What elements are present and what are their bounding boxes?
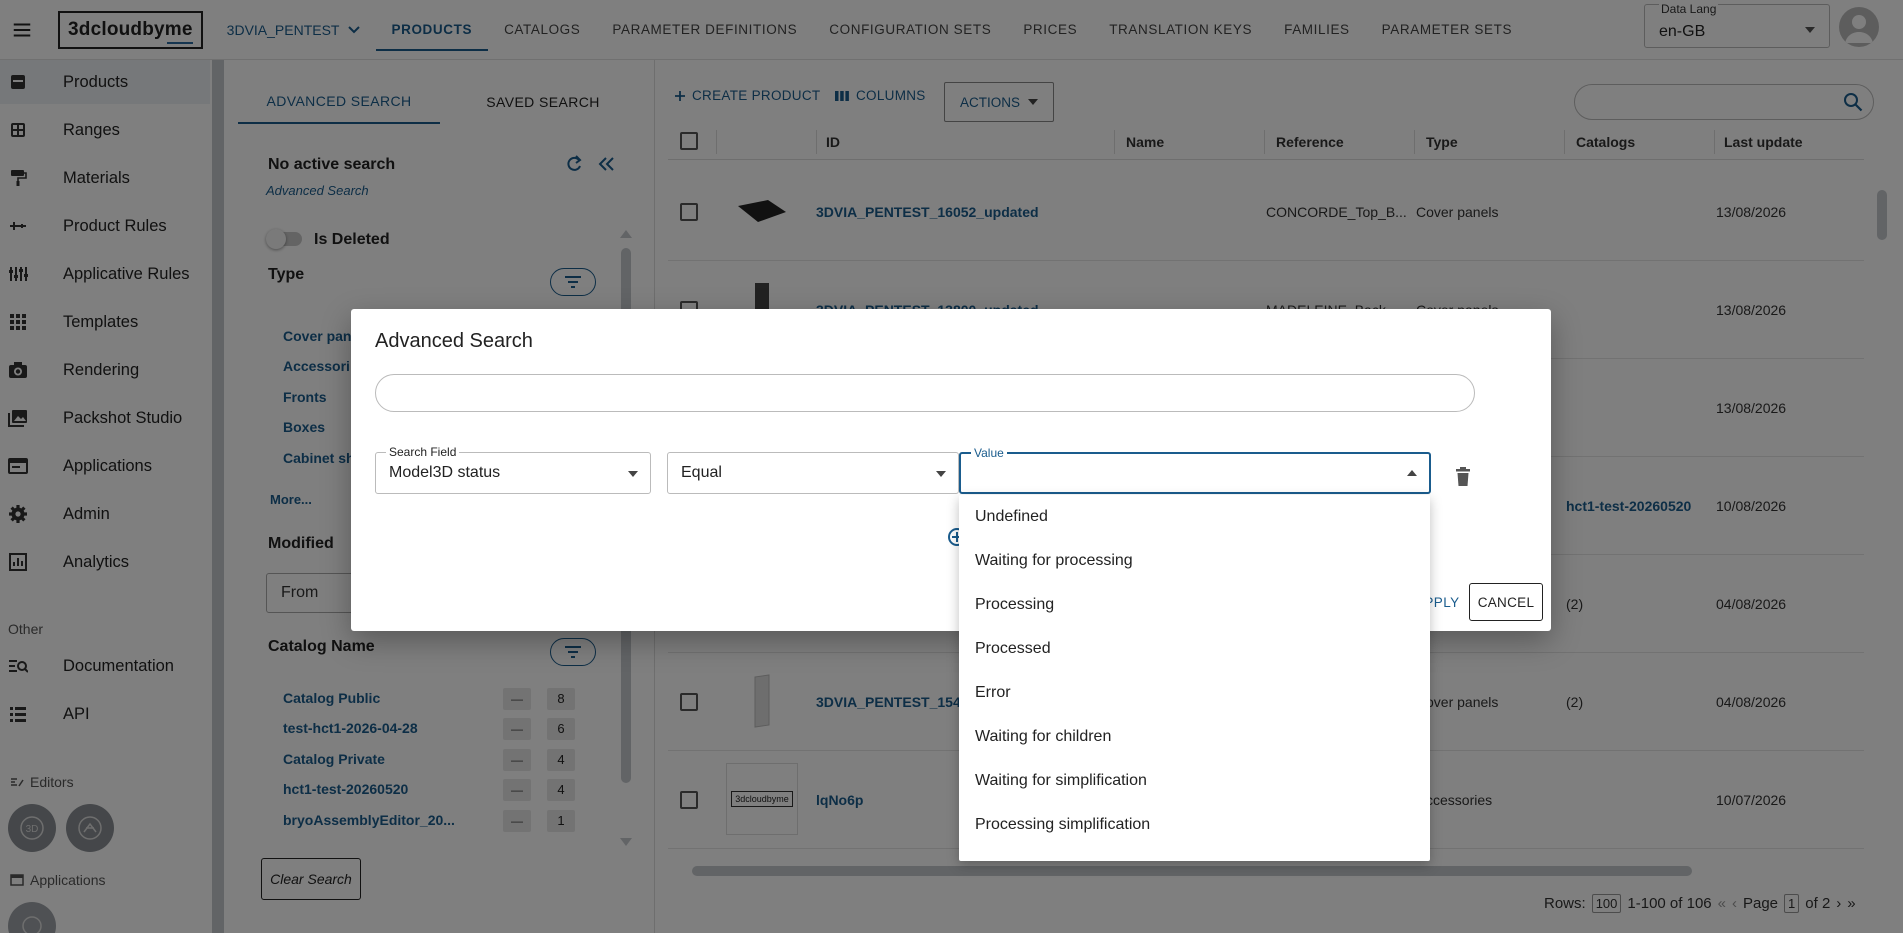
option-processing-simplification[interactable]: Processing simplification bbox=[959, 803, 1430, 847]
search-field-value: Model3D status bbox=[389, 464, 501, 481]
search-field-select[interactable]: Search Field Model3D status bbox=[375, 445, 651, 494]
delete-criterion-icon[interactable] bbox=[1455, 467, 1471, 487]
dialog-title: Advanced Search bbox=[375, 330, 533, 352]
search-field-label: Search Field bbox=[386, 445, 460, 459]
option-waiting-for-simplification[interactable]: Waiting for simplification bbox=[959, 759, 1430, 803]
operator-select[interactable]: Equal bbox=[667, 452, 959, 494]
option-undefined[interactable]: Undefined bbox=[959, 495, 1430, 539]
value-label: Value bbox=[971, 446, 1007, 460]
dropdown-arrow-up-icon bbox=[1407, 470, 1417, 476]
cancel-button[interactable]: CANCEL bbox=[1469, 583, 1543, 621]
option-processed[interactable]: Processed bbox=[959, 627, 1430, 671]
dropdown-arrow-icon bbox=[628, 471, 638, 477]
option-processing[interactable]: Processing bbox=[959, 583, 1430, 627]
option-waiting-for-children[interactable]: Waiting for children bbox=[959, 715, 1430, 759]
value-select[interactable]: Value bbox=[959, 446, 1431, 494]
operator-value: Equal bbox=[681, 464, 722, 481]
option-waiting-for-processing[interactable]: Waiting for processing bbox=[959, 539, 1430, 583]
value-options-list: Undefined Waiting for processing Process… bbox=[959, 495, 1430, 861]
dialog-query-input[interactable] bbox=[375, 374, 1475, 412]
option-error[interactable]: Error bbox=[959, 671, 1430, 715]
dropdown-arrow-icon bbox=[936, 471, 946, 477]
